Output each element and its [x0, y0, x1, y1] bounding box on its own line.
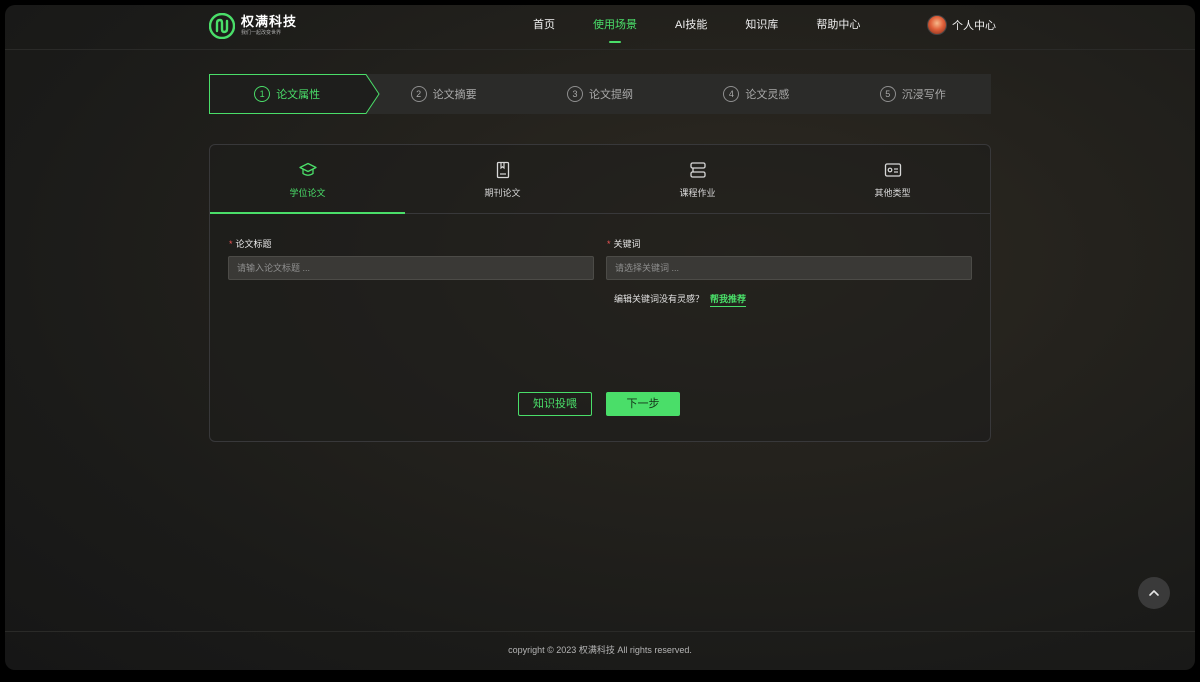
title-input[interactable]: 请输入论文标题 ...: [228, 256, 594, 280]
nav-item-ai-skills[interactable]: AI技能: [675, 5, 707, 49]
paper-type-tabs: 学位论文 期刊论文 课程作业 其他类型: [210, 145, 990, 214]
required-mark: *: [229, 239, 233, 249]
chevron-up-icon: [1149, 590, 1159, 596]
step-label: 论文摘要: [432, 89, 477, 101]
tab-course-work[interactable]: 课程作业: [600, 145, 795, 213]
stacked-books-icon: [689, 162, 706, 178]
tab-label: 学位论文: [289, 188, 326, 198]
user-center-label[interactable]: 个人中心: [952, 17, 996, 33]
tab-other-types[interactable]: 其他类型: [795, 145, 990, 213]
step-number: 3: [566, 86, 583, 102]
nav-item-scenarios[interactable]: 使用场景: [593, 5, 637, 49]
nav-item-knowledge-base[interactable]: 知识库: [745, 5, 778, 49]
keyword-hint-text: 编辑关键词没有灵感？: [614, 294, 705, 304]
nav-item-help-center[interactable]: 帮助中心: [816, 5, 860, 49]
next-step-button[interactable]: 下一步: [606, 392, 680, 416]
recommend-keywords-link[interactable]: 帮我推荐: [710, 292, 747, 307]
brand-logo-icon: [209, 13, 235, 39]
step-2[interactable]: 2 论文摘要: [365, 74, 521, 114]
step-progress-bar: 1 论文属性 2 论文摘要 3 论文提纲 4 论文灵感 5 沉浸写作: [209, 74, 991, 114]
step-label: 论文提纲: [588, 89, 633, 101]
step-label: 论文灵感: [745, 89, 790, 101]
user-menu[interactable]: 个人中心: [927, 15, 996, 35]
step-4[interactable]: 4 论文灵感: [678, 74, 834, 114]
step-3[interactable]: 3 论文提纲: [522, 74, 678, 114]
keyword-label-text: 关键词: [613, 239, 641, 249]
copyright-text: copyright © 2023 权满科技 All rights reserve…: [508, 645, 692, 655]
step-number: 1: [254, 86, 271, 102]
required-mark: *: [607, 239, 611, 249]
step-number: 5: [879, 86, 896, 102]
step-number: 2: [410, 86, 427, 102]
app-frame: 权满科技 我们一起改变世界 首页 使用场景 AI技能 知识库 帮助中心 个人中心…: [5, 5, 1195, 670]
tab-journal-paper[interactable]: 期刊论文: [405, 145, 600, 213]
tab-degree-paper[interactable]: 学位论文: [210, 145, 405, 214]
brand-name: 权满科技: [241, 14, 298, 29]
nav-item-home[interactable]: 首页: [533, 5, 555, 49]
tab-label: 期刊论文: [484, 188, 521, 198]
keyword-field-label: * 关键词: [607, 237, 641, 250]
step-5[interactable]: 5 沉浸写作: [835, 74, 991, 114]
brand-slogan: 我们一起改变世界: [241, 30, 282, 36]
step-number: 4: [723, 86, 740, 102]
brand-logo[interactable]: 权满科技 我们一起改变世界: [209, 13, 297, 39]
avatar[interactable]: [927, 15, 947, 35]
keyword-hint: 编辑关键词没有灵感？ 帮我推荐: [614, 292, 747, 307]
knowledge-feed-button[interactable]: 知识投喂: [518, 392, 592, 416]
title-field-label: * 论文标题: [229, 237, 272, 250]
id-card-icon: [884, 163, 901, 177]
step-label: 论文属性: [276, 89, 321, 101]
title-label-text: 论文标题: [235, 239, 272, 249]
footer: copyright © 2023 权满科技 All rights reserve…: [5, 631, 1195, 670]
tab-label: 课程作业: [679, 188, 716, 198]
top-navbar: 权满科技 我们一起改变世界 首页 使用场景 AI技能 知识库 帮助中心 个人中心: [5, 5, 1195, 50]
step-label: 沉浸写作: [901, 89, 946, 101]
tab-label: 其他类型: [874, 188, 911, 198]
paper-form-card: 学位论文 期刊论文 课程作业 其他类型 * 论文标题 请输入论文标题 ... *…: [209, 144, 991, 442]
journal-book-icon: [496, 161, 509, 179]
graduation-cap-icon: [298, 162, 317, 176]
keyword-select[interactable]: 请选择关键词 ...: [606, 256, 972, 280]
step-1[interactable]: 1 论文属性: [209, 74, 365, 114]
back-to-top-button[interactable]: [1138, 577, 1170, 609]
main-nav: 首页 使用场景 AI技能 知识库 帮助中心: [533, 5, 898, 49]
